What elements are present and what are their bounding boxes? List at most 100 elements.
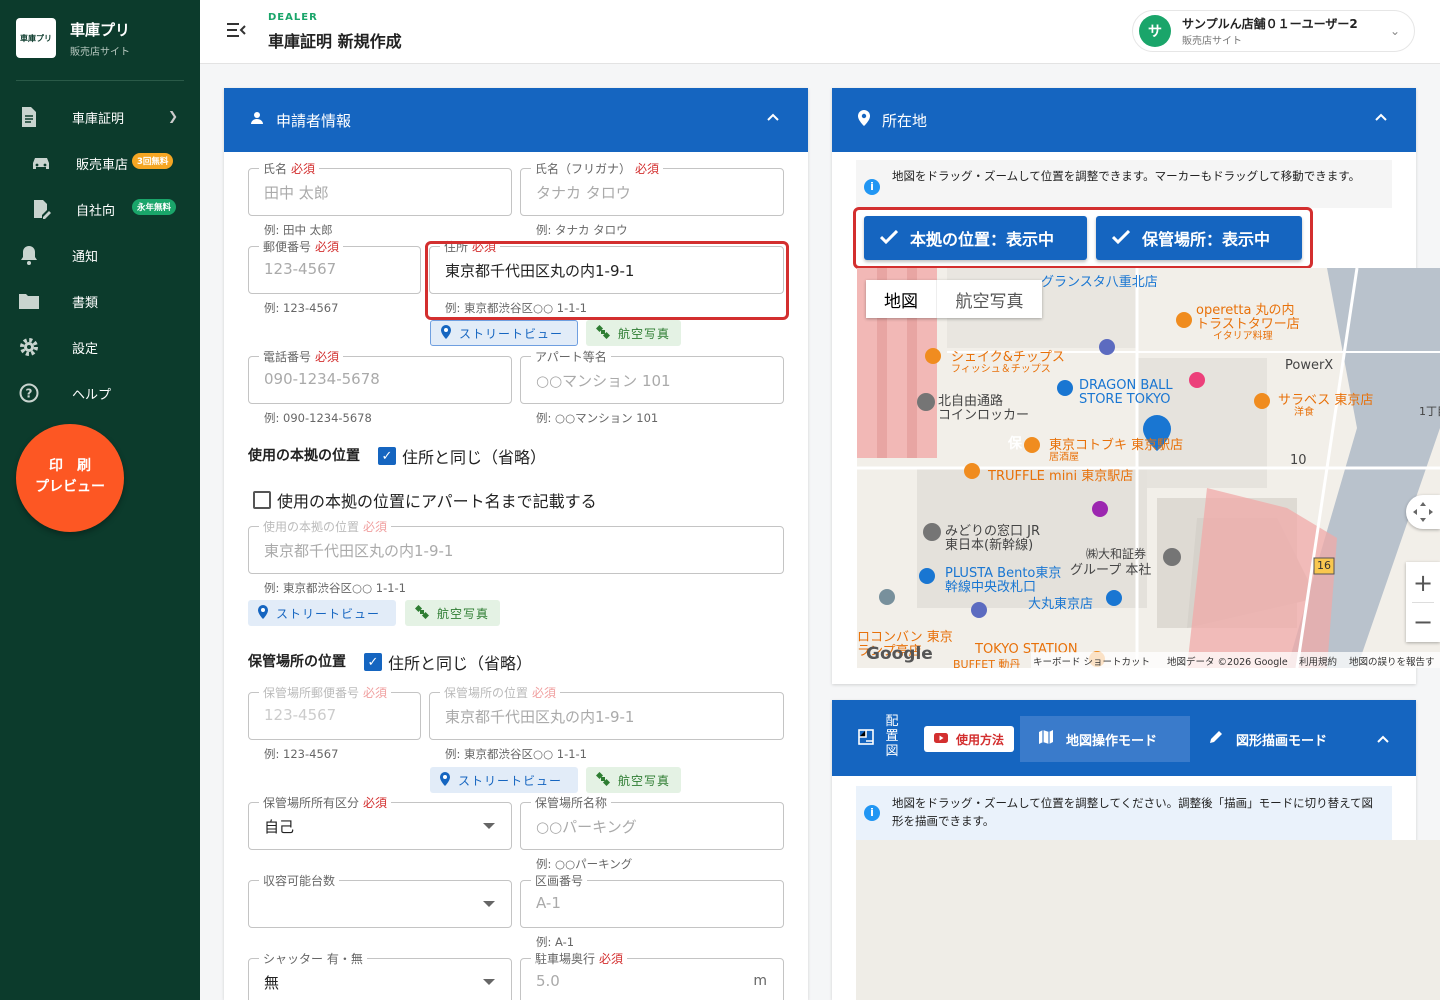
chevron-up-icon[interactable] bbox=[1374, 110, 1388, 126]
check-icon bbox=[879, 229, 899, 248]
streetview-button[interactable]: ストリートビュー bbox=[430, 320, 578, 346]
section-number-hint: 例: A-1 bbox=[536, 935, 575, 949]
sidebar-item-garage-cert[interactable]: 車庫証明 ❯ bbox=[0, 94, 200, 140]
zoom-in-icon[interactable]: + bbox=[1406, 564, 1440, 602]
layout-card-header: 配置図 使用方法 地図操作モード 図形描画モード bbox=[832, 700, 1416, 776]
capacity-select[interactable]: 収容可能台数 bbox=[248, 872, 512, 928]
section-label: DEALER bbox=[268, 12, 318, 23]
checkbox-unchecked-icon bbox=[253, 491, 271, 509]
satellite-icon bbox=[595, 324, 611, 342]
aerial-photo-button[interactable]: 航空写真 bbox=[586, 320, 681, 346]
usage-streetview-button[interactable]: ストリートビュー bbox=[248, 600, 396, 626]
map-canvas bbox=[857, 268, 1440, 668]
marker-label: 保 bbox=[1008, 436, 1022, 452]
app-name: 車庫プリ bbox=[70, 20, 131, 39]
sidebar-item-dealer-car[interactable]: 販売車店 3回無料 bbox=[0, 140, 200, 186]
sidebar-item-inhouse[interactable]: 自社向 永年無料 bbox=[0, 186, 200, 232]
section-number-field[interactable]: 区画番号 A-1 bbox=[520, 872, 784, 928]
chevron-up-icon[interactable] bbox=[1376, 732, 1390, 748]
phone-field[interactable]: 電話番号 必須 090-1234-5678 bbox=[248, 348, 512, 404]
storage-postal-hint: 例: 123-4567 bbox=[264, 747, 339, 761]
free-badge: 3回無料 bbox=[132, 153, 174, 169]
app-subtitle: 販売店サイト bbox=[70, 46, 130, 58]
storage-aerial-button[interactable]: 航空写真 bbox=[586, 767, 681, 793]
google-logo: Google bbox=[866, 644, 933, 664]
layout-info-box: i 地図をドラッグ・ズームして位置を調整してください。調整後「描画」モードに切り… bbox=[856, 786, 1392, 840]
bell-icon bbox=[18, 244, 40, 266]
dropdown-arrow-icon bbox=[483, 901, 495, 907]
map-pin-icon bbox=[258, 604, 268, 622]
user-menu[interactable]: サ サンプルん店舗０１ーユーザー2 販売店サイト ⌄ bbox=[1132, 10, 1415, 52]
location-info-box: i 地図をドラッグ・ズームして位置を調整できます。マーカーもドラッグして移動でき… bbox=[856, 160, 1392, 208]
storage-postal-field[interactable]: 保管場所郵便番号 必須 123-4567 bbox=[248, 684, 421, 740]
page-title: 車庫証明 新規作成 bbox=[268, 32, 402, 51]
aerial-tab[interactable]: 航空写真 bbox=[936, 280, 1042, 318]
usage-location-field[interactable]: 使用の本拠の位置 必須 東京都千代田区丸の内1-9-1 bbox=[248, 518, 784, 574]
top-bar: DEALER 車庫証明 新規作成 サ サンプルん店舗０１ーユーザー2 販売店サイ… bbox=[200, 0, 1440, 64]
storage-same-checkbox[interactable]: ✓ 住所と同じ（省略） bbox=[364, 650, 532, 674]
storage-location-field[interactable]: 保管場所の位置 必須 東京都千代田区丸の内1-9-1 bbox=[429, 684, 784, 740]
draw-mode-button[interactable]: 図形描画モード bbox=[1192, 716, 1360, 762]
chevron-up-icon[interactable] bbox=[766, 110, 780, 126]
sidebar-item-settings[interactable]: 設定 bbox=[0, 324, 200, 370]
document-icon bbox=[18, 106, 40, 128]
user-role: 販売店サイト bbox=[1182, 36, 1242, 47]
app-logo: 車庫プリ bbox=[16, 18, 56, 58]
postal-hint: 例: 123-4567 bbox=[264, 301, 339, 315]
sidebar-item-documents[interactable]: 書類 bbox=[0, 278, 200, 324]
car-icon bbox=[30, 152, 52, 174]
location-map[interactable]: 保 グランスタ八重北店 operetta 丸の内 トラストタワー店 イタリア料理… bbox=[857, 268, 1440, 668]
info-icon: i bbox=[864, 805, 880, 821]
brand[interactable]: 車庫プリ 車庫プリ 販売店サイト bbox=[16, 18, 130, 58]
usage-apartment-checkbox[interactable]: 使用の本拠の位置にアパート名まで記載する bbox=[253, 488, 597, 512]
keyboard-shortcuts-link[interactable]: キーボード ショートカット bbox=[1033, 654, 1150, 668]
applicant-title: 申請者情報 bbox=[276, 111, 352, 130]
usage-aerial-button[interactable]: 航空写真 bbox=[405, 600, 500, 626]
usage-video-button[interactable]: 使用方法 bbox=[924, 726, 1015, 752]
info-icon: i bbox=[864, 179, 880, 195]
zoom-out-icon[interactable]: − bbox=[1406, 603, 1440, 641]
dropdown-arrow-icon bbox=[483, 979, 495, 985]
show-storage-location-button[interactable]: 保管場所：表示中 bbox=[1096, 216, 1302, 260]
highlight-box bbox=[425, 241, 789, 320]
name-field[interactable]: 氏名 必須 田中 太郎 bbox=[248, 160, 512, 216]
applicant-card-header[interactable]: 申請者情報 bbox=[224, 88, 808, 152]
sidebar: 車庫プリ 車庫プリ 販売店サイト 車庫証明 ❯ 販売車店 3回無料 自社向 永年… bbox=[0, 0, 200, 1000]
youtube-icon bbox=[934, 732, 948, 746]
svg-text:?: ? bbox=[26, 387, 33, 401]
layout-icon bbox=[858, 729, 874, 749]
apartment-field[interactable]: アパート等名 ○○マンション 101 bbox=[520, 348, 784, 404]
shutter-select[interactable]: シャッター 有・無 無 bbox=[248, 950, 512, 1000]
map-attribution: キーボード ショートカット 地図データ ©2026 Google 利用規約 地図… bbox=[1031, 652, 1440, 668]
sidebar-item-help[interactable]: ? ヘルプ bbox=[0, 370, 200, 416]
sidebar-item-notifications[interactable]: 通知 bbox=[0, 232, 200, 278]
layout-map-canvas[interactable] bbox=[856, 840, 1440, 1000]
storage-location-hint: 例: 東京都渋谷区○○ 1-1-1 bbox=[445, 747, 588, 761]
storage-streetview-button[interactable]: ストリートビュー bbox=[430, 767, 578, 793]
pan-control-icon[interactable] bbox=[1406, 495, 1440, 529]
map-mode-button[interactable]: 地図操作モード bbox=[1020, 716, 1190, 762]
menu-collapse-icon[interactable] bbox=[226, 22, 246, 43]
print-preview-button[interactable]: 印 刷 プレビュー bbox=[16, 424, 124, 532]
map-tab[interactable]: 地図 bbox=[866, 280, 936, 318]
storage-name-field[interactable]: 保管場所名称 ○○パーキング bbox=[520, 794, 784, 850]
show-base-location-button[interactable]: 本拠の位置：表示中 bbox=[864, 216, 1087, 260]
storage-name-hint: 例: ○○パーキング bbox=[536, 857, 633, 871]
kana-field[interactable]: 氏名（フリガナ） 必須 タナカ タロウ bbox=[520, 160, 784, 216]
location-card-header[interactable]: 所在地 bbox=[832, 88, 1416, 152]
ownership-select[interactable]: 保管場所所有区分 必須 自己 bbox=[248, 794, 512, 850]
name-hint: 例: 田中 太郎 bbox=[264, 223, 333, 237]
checkbox-checked-icon: ✓ bbox=[364, 653, 382, 671]
gear-icon bbox=[18, 336, 40, 358]
postal-field[interactable]: 郵便番号 必須 123-4567 bbox=[248, 238, 421, 294]
kana-hint: 例: タナカ タロウ bbox=[536, 223, 628, 237]
free-badge: 永年無料 bbox=[132, 199, 177, 215]
usage-same-checkbox[interactable]: ✓ 住所と同じ（省略） bbox=[378, 444, 546, 468]
report-error-link[interactable]: 地図の誤りを報告す bbox=[1349, 654, 1435, 668]
map-pin-icon bbox=[441, 324, 451, 342]
depth-field[interactable]: 駐車場奥行 必須 5.0 m bbox=[520, 950, 784, 1000]
terms-link[interactable]: 利用規約 bbox=[1299, 654, 1337, 668]
dropdown-arrow-icon bbox=[483, 823, 495, 829]
user-name: サンプルん店舗０１ーユーザー2 bbox=[1182, 17, 1358, 31]
person-icon bbox=[250, 111, 264, 129]
